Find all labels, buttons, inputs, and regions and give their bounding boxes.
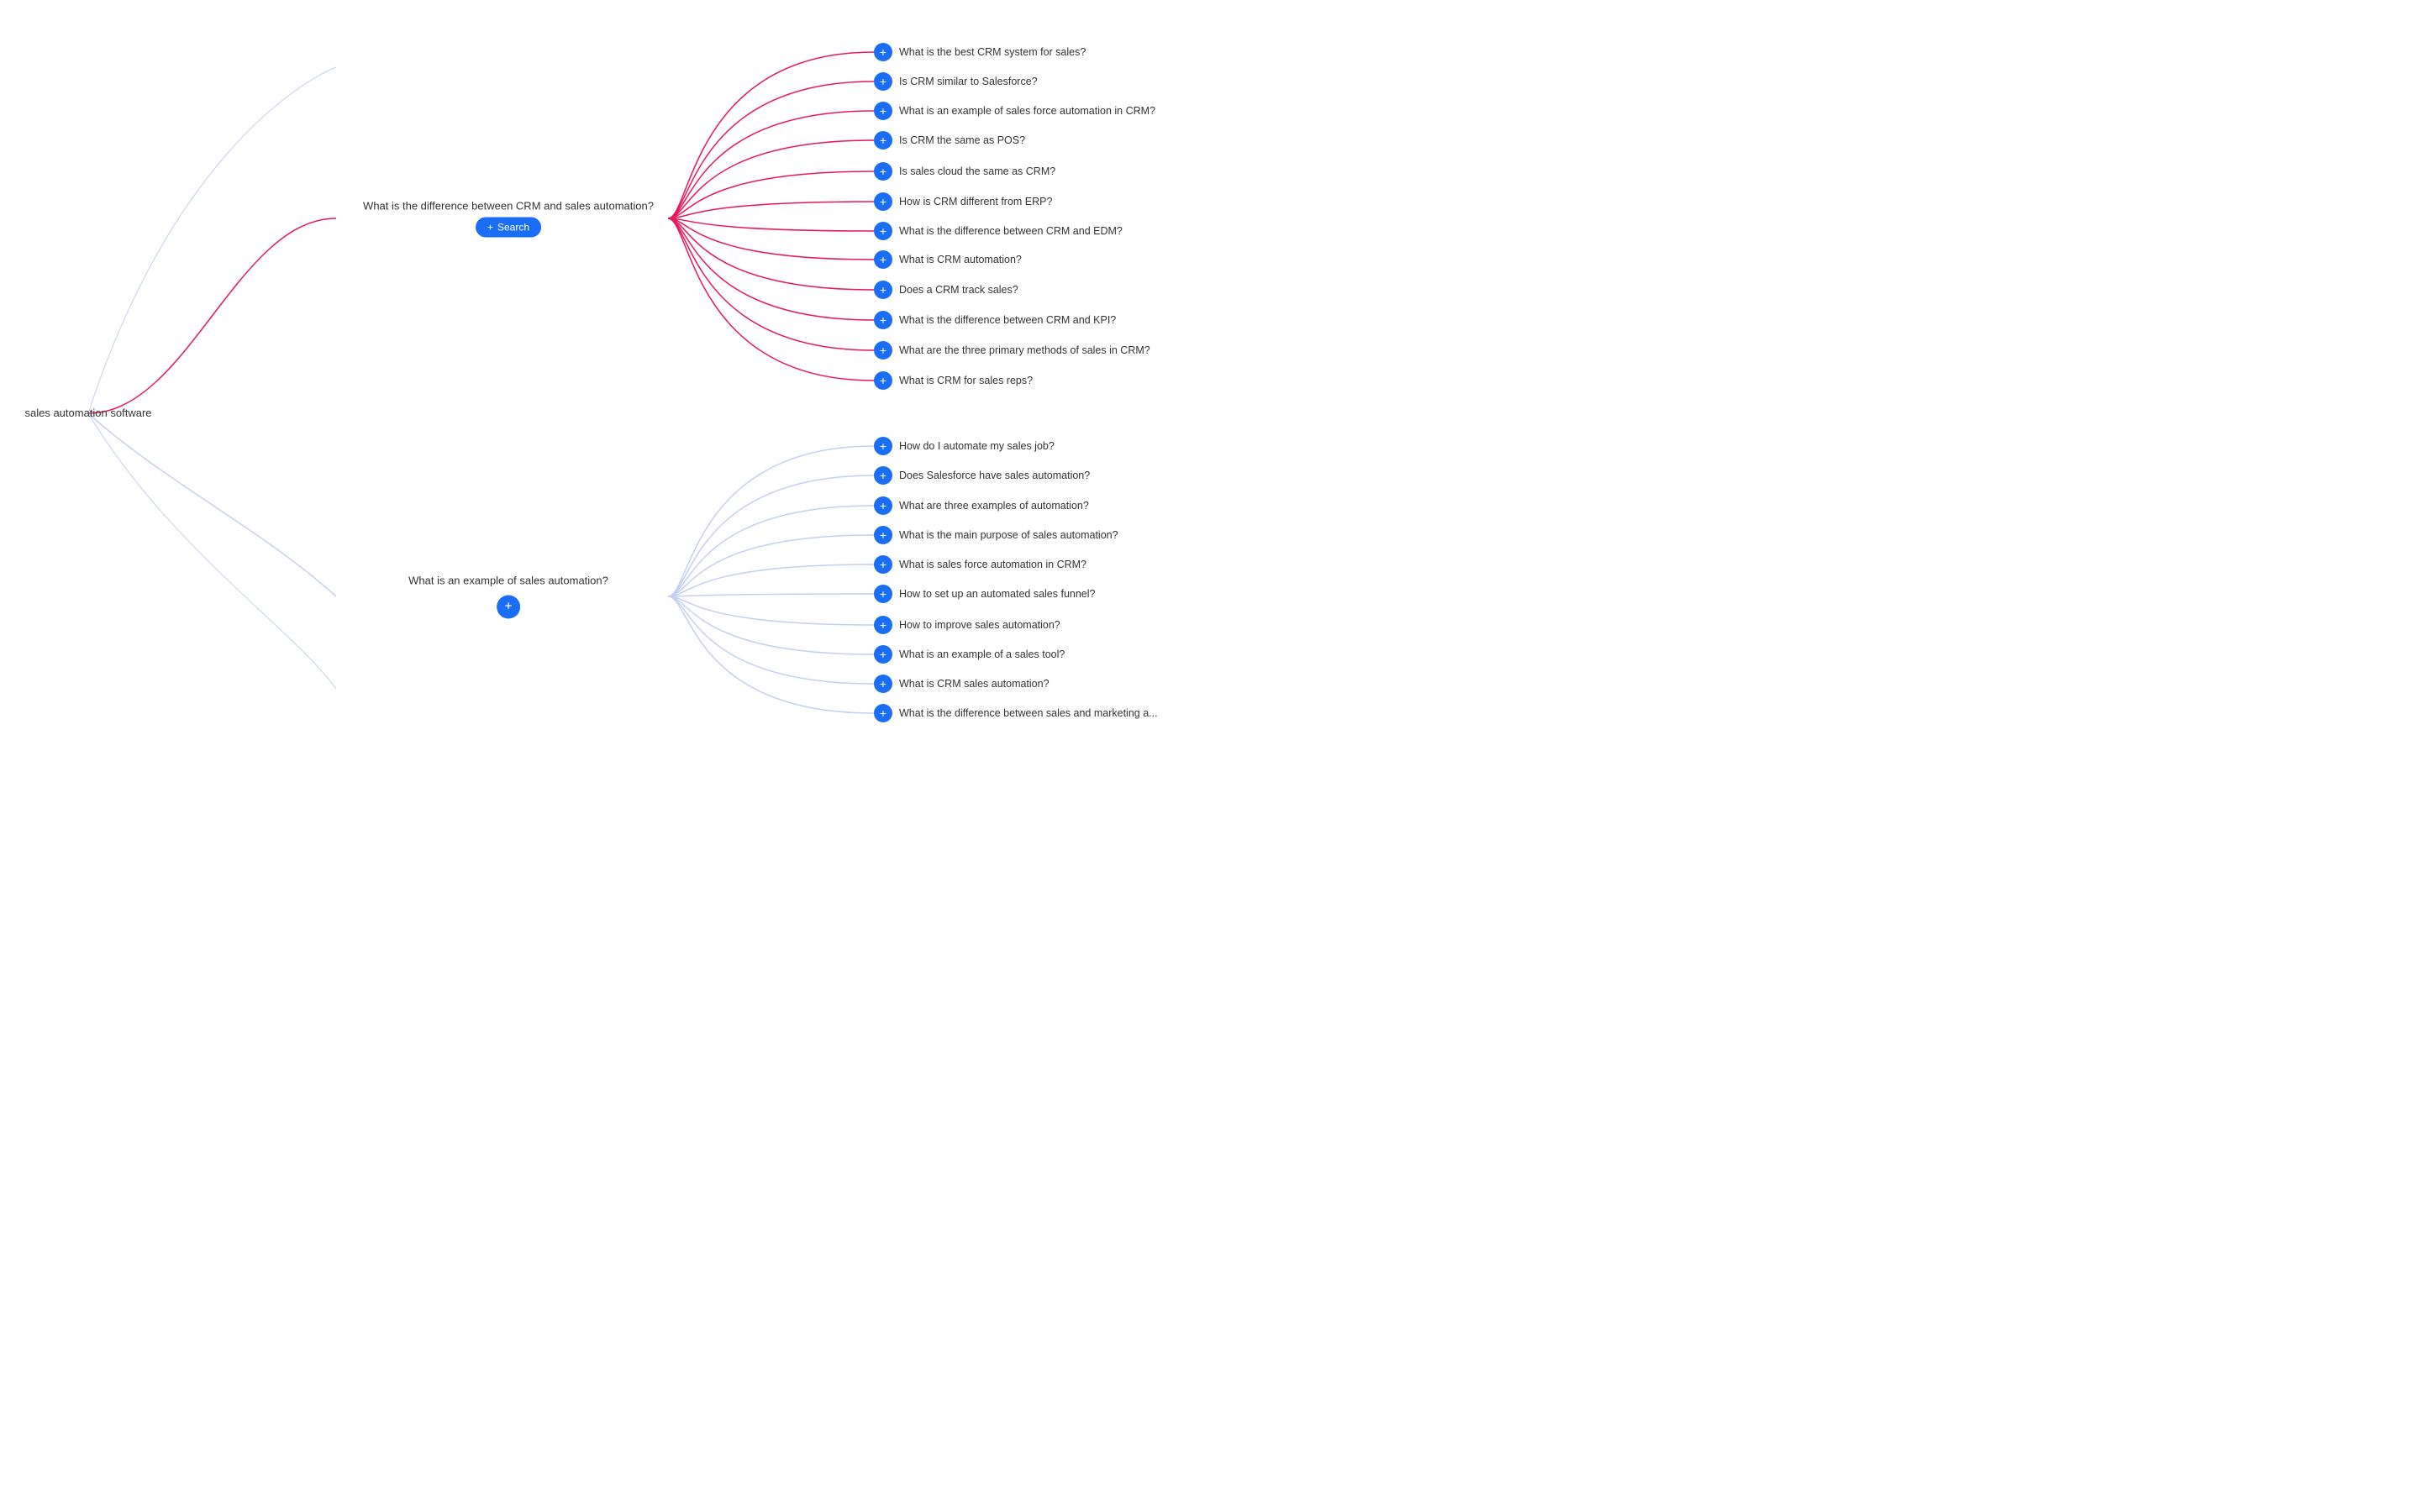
leaf-label: What is the difference between sales and… [899,707,1158,719]
top-leaf-item: + What is the best CRM system for sales? [874,43,1086,61]
top-leaf-item: + Does a CRM track sales? [874,281,1018,299]
bottom-leaf-item: + How to set up an automated sales funne… [874,585,1095,603]
leaf-plus-icon[interactable]: + [874,371,892,390]
leaf-plus-icon[interactable]: + [874,192,892,211]
leaf-plus-icon[interactable]: + [874,555,892,574]
leaf-plus-icon[interactable]: + [874,585,892,603]
leaf-plus-icon[interactable]: + [874,43,892,61]
bottom-leaf-item: + What is the main purpose of sales auto… [874,526,1118,544]
leaf-plus-icon[interactable]: + [874,102,892,120]
leaf-plus-icon[interactable]: + [874,311,892,329]
leaf-label: Does a CRM track sales? [899,284,1018,296]
top-leaf-item: + What is CRM automation? [874,250,1022,269]
bottom-leaf-item: + How to improve sales automation? [874,616,1060,634]
bottom-leaf-item: + What are three examples of automation? [874,496,1089,515]
leaf-label: What is an example of sales force automa… [899,105,1155,117]
mid1-label: What is the difference between CRM and s… [363,200,654,213]
leaf-plus-icon[interactable]: + [874,72,892,91]
top-leaf-item: + Is CRM the same as POS? [874,131,1025,150]
leaf-label: Is CRM similar to Salesforce? [899,76,1038,87]
leaf-label: What is an example of a sales tool? [899,648,1065,660]
leaf-label: What are the three primary methods of sa… [899,344,1150,356]
leaf-plus-icon[interactable]: + [874,675,892,693]
leaf-plus-icon[interactable]: + [874,496,892,515]
leaf-plus-icon[interactable]: + [874,437,892,455]
leaf-label: How is CRM different from ERP? [899,196,1052,207]
search-button-label: Search [497,222,529,234]
leaf-label: What are three examples of automation? [899,500,1089,512]
leaf-label: How do I automate my sales job? [899,440,1055,452]
leaf-label: What is the difference between CRM and K… [899,314,1116,326]
leaf-plus-icon[interactable]: + [874,222,892,240]
leaf-label: What is CRM automation? [899,254,1022,265]
bottom-leaf-item: + What is sales force automation in CRM? [874,555,1086,574]
bottom-leaf-item: + Does Salesforce have sales automation? [874,466,1090,485]
leaf-label: Is CRM the same as POS? [899,134,1025,146]
bottom-leaf-item: + What is CRM sales automation? [874,675,1050,693]
root-node-label: sales automation software [24,407,151,419]
leaf-label: What is the main purpose of sales automa… [899,529,1118,541]
bottom-leaf-item: + What is an example of a sales tool? [874,645,1065,664]
top-leaf-item: + What is CRM for sales reps? [874,371,1033,390]
top-leaf-item: + What is an example of sales force auto… [874,102,1155,120]
leaf-plus-icon[interactable]: + [874,250,892,269]
leaf-plus-icon[interactable]: + [874,162,892,181]
top-leaf-item: + What is the difference between CRM and… [874,311,1116,329]
leaf-label: Does Salesforce have sales automation? [899,470,1090,481]
leaf-plus-icon[interactable]: + [874,466,892,485]
mid2-plus-button[interactable]: + [497,596,520,619]
leaf-plus-icon[interactable]: + [874,131,892,150]
top-leaf-item: + How is CRM different from ERP? [874,192,1052,211]
leaf-plus-icon[interactable]: + [874,526,892,544]
bottom-leaf-item: + What is the difference between sales a… [874,704,1158,722]
leaf-label: How to set up an automated sales funnel? [899,588,1095,600]
leaf-label: What is CRM for sales reps? [899,375,1033,386]
top-leaf-item: + Is sales cloud the same as CRM? [874,162,1055,181]
leaf-label: What is sales force automation in CRM? [899,559,1086,570]
bottom-leaf-item: + How do I automate my sales job? [874,437,1055,455]
plus-icon: + [487,222,493,234]
top-leaf-item: + What is the difference between CRM and… [874,222,1123,240]
leaf-label: What is the best CRM system for sales? [899,46,1086,58]
leaf-plus-icon[interactable]: + [874,616,892,634]
leaf-label: How to improve sales automation? [899,619,1060,631]
leaf-plus-icon[interactable]: + [874,645,892,664]
leaf-label: Is sales cloud the same as CRM? [899,165,1055,177]
search-button[interactable]: + Search [476,218,541,238]
leaf-label: What is CRM sales automation? [899,678,1050,690]
leaf-plus-icon[interactable]: + [874,704,892,722]
leaf-label: What is the difference between CRM and E… [899,225,1123,237]
top-leaf-item: + What are the three primary methods of … [874,341,1150,360]
leaf-plus-icon[interactable]: + [874,341,892,360]
mid2-label: What is an example of sales automation? [408,575,608,587]
top-leaf-item: + Is CRM similar to Salesforce? [874,72,1038,91]
leaf-plus-icon[interactable]: + [874,281,892,299]
